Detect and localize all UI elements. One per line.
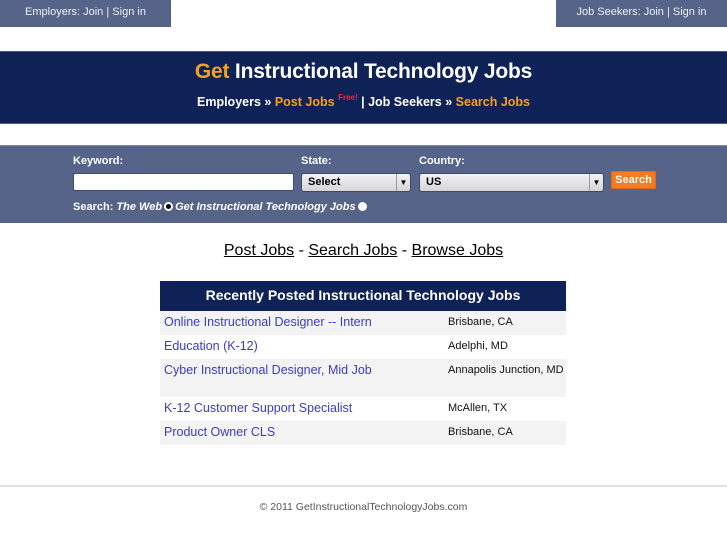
job-location: Annapolis Junction, MD (448, 364, 564, 376)
job-location: Brisbane, CA (448, 426, 513, 438)
subnav-search-jobs-link[interactable]: Search Jobs (456, 95, 530, 109)
country-select-value: US (426, 176, 442, 188)
state-label: State: (301, 155, 332, 167)
search-scope: Search: The Web Get Instructional Technol… (73, 201, 369, 213)
job-row: Product Owner CLS Brisbane, CA (160, 421, 566, 445)
search-button[interactable]: Search (611, 171, 656, 189)
jobseekers-separator: | (663, 6, 673, 18)
job-row: Cyber Instructional Designer, Mid Job An… (160, 359, 566, 397)
job-location: Adelphi, MD (448, 340, 508, 352)
site-title[interactable]: Get Instructional Technology Jobs (0, 60, 727, 84)
employers-join-link[interactable]: Join (83, 6, 103, 18)
job-location: McAllen, TX (448, 402, 508, 414)
job-title-link[interactable]: Online Instructional Designer -- Intern (160, 311, 444, 335)
employers-prefix: Employers: (25, 6, 84, 18)
jobseekers-join-link[interactable]: Join (644, 6, 664, 18)
subnav-post-jobs-link[interactable]: Post Jobs (275, 95, 335, 109)
footer-copyright: © 2011 GetInstructionalTechnologyJobs.co… (259, 501, 468, 513)
recent-jobs-heading: Recently Posted Instructional Technology… (160, 281, 566, 311)
recent-jobs-table: Recently Posted Instructional Technology… (160, 281, 566, 445)
state-select-value: Select (308, 176, 341, 188)
employers-signin-link[interactable]: Sign in (112, 6, 146, 18)
search-panel: Keyword: State: Select ▼ Country: US ▼ S… (0, 145, 727, 223)
keyword-label: Keyword: (73, 155, 124, 167)
links-sep-1: - (294, 242, 309, 259)
chevron-down-icon: ▼ (396, 174, 410, 191)
state-select[interactable]: Select ▼ (301, 173, 411, 192)
employers-account-bar: Employers: Join | Sign in (0, 0, 171, 27)
job-row: Online Instructional Designer -- Intern … (160, 311, 566, 335)
site-title-rest: Instructional Technology Jobs (229, 60, 533, 83)
jobseekers-prefix: Job Seekers: (576, 6, 644, 18)
site-title-get: Get (194, 60, 230, 83)
search-jobs-link[interactable]: Search Jobs (308, 242, 397, 259)
subnav-employers: Employers (197, 95, 261, 109)
job-row: K-12 Customer Support Specialist McAllen… (160, 397, 566, 421)
post-jobs-link[interactable]: Post Jobs (224, 242, 294, 259)
scope-web-label: The Web (116, 201, 163, 213)
jobseekers-signin-link[interactable]: Sign in (673, 6, 707, 18)
search-scope-label: Search: (73, 201, 114, 213)
subnav-raquo: » (260, 95, 275, 109)
job-row: Education (K-12) Adelphi, MD (160, 335, 566, 359)
links-sep-2: - (397, 242, 412, 259)
subnav-job-seekers: Job Seekers (368, 95, 442, 109)
site-header: Get Instructional Technology Jobs Employ… (0, 51, 727, 124)
job-location: Brisbane, CA (448, 316, 513, 328)
employers-separator: | (103, 6, 113, 18)
footer-divider (0, 485, 727, 487)
subnav-pipe: | (357, 95, 369, 109)
subnav-raquo-2: » (441, 95, 456, 109)
country-select[interactable]: US ▼ (419, 173, 604, 192)
country-label: Country: (419, 155, 465, 167)
header-subnav: Employers » Post Jobs Free! | Job Seeker… (0, 93, 727, 109)
top-bar: Employers: Join | Sign in Job Seekers: J… (0, 0, 727, 27)
scope-site-radio[interactable] (357, 202, 367, 211)
main-links: Post Jobs - Search Jobs - Browse Jobs (0, 242, 727, 260)
job-title-link[interactable]: Education (K-12) (160, 335, 444, 359)
jobseekers-account-bar: Job Seekers: Join | Sign in (556, 0, 727, 27)
chevron-down-icon: ▼ (589, 174, 603, 191)
scope-web-radio[interactable] (164, 202, 174, 211)
job-title-link[interactable]: K-12 Customer Support Specialist (160, 397, 444, 421)
keyword-input[interactable] (73, 173, 294, 191)
browse-jobs-link[interactable]: Browse Jobs (412, 242, 504, 259)
job-title-link[interactable]: Product Owner CLS (160, 421, 444, 445)
free-badge: Free! (338, 93, 358, 102)
job-title-link[interactable]: Cyber Instructional Designer, Mid Job (160, 359, 444, 397)
scope-site-label: Get Instructional Technology Jobs (175, 201, 356, 213)
